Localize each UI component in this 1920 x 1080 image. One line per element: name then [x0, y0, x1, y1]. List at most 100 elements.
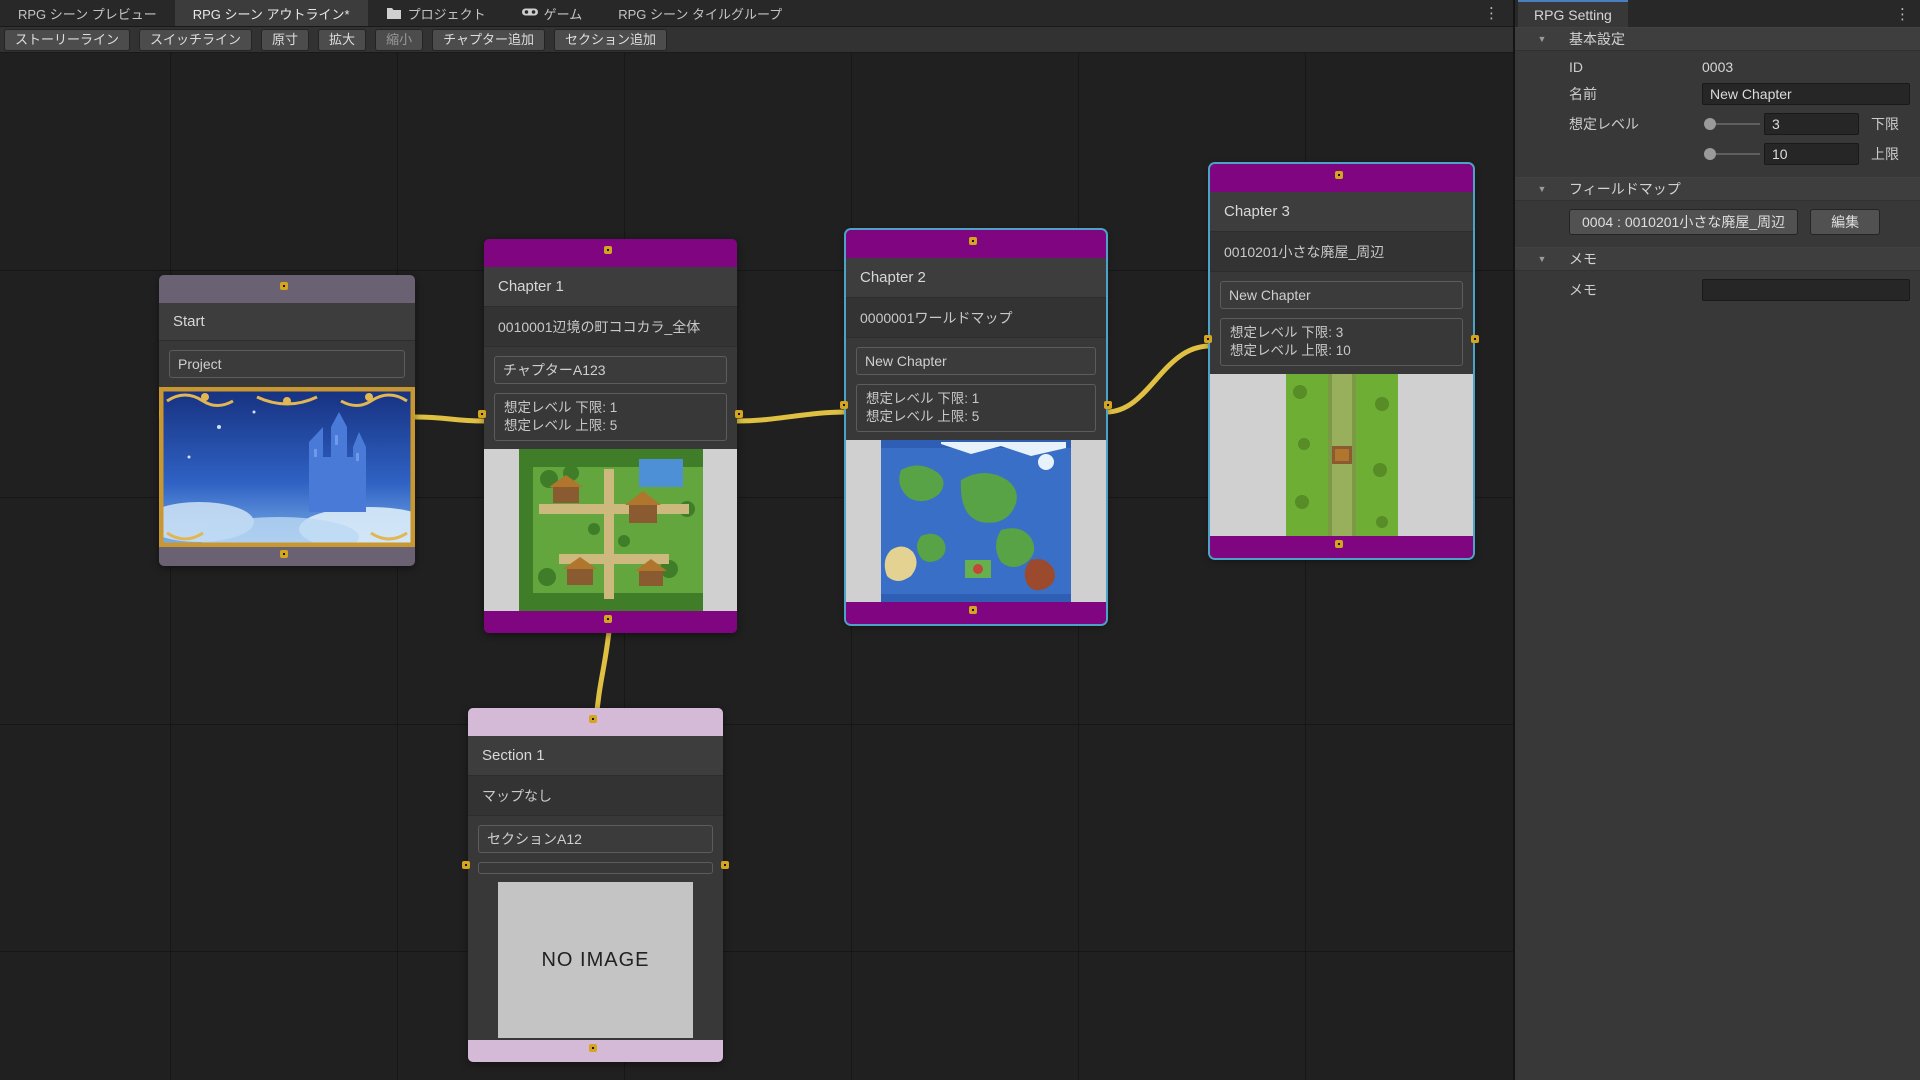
- start-name-input[interactable]: [169, 350, 405, 378]
- tab-game[interactable]: ゲーム: [504, 0, 601, 26]
- port-top[interactable]: [604, 246, 612, 254]
- tab-label: RPG シーン アウトライン*: [193, 4, 350, 23]
- castle-artwork: [159, 387, 415, 547]
- port-right[interactable]: [1104, 401, 1112, 409]
- storyline-button[interactable]: ストーリーライン: [4, 29, 130, 51]
- node-title: Chapter 1: [484, 267, 737, 307]
- field-map-select-button[interactable]: 0004 : 0010201小さな廃屋_周辺: [1569, 209, 1798, 235]
- node-header: [1210, 164, 1473, 192]
- port-top[interactable]: [1335, 171, 1343, 179]
- tab-label: RPG シーン プレビュー: [18, 4, 157, 23]
- port-left[interactable]: [478, 410, 486, 418]
- port-left[interactable]: [840, 401, 848, 409]
- port-top[interactable]: [969, 237, 977, 245]
- zoom-out-button[interactable]: 縮小: [375, 29, 423, 51]
- add-section-button[interactable]: セクション追加: [554, 29, 667, 51]
- edge-chapter1-chapter2: [737, 412, 846, 421]
- port-left[interactable]: [1204, 335, 1212, 343]
- path-map-artwork: [1286, 374, 1398, 536]
- start-map-image: [159, 387, 415, 547]
- edge-start-chapter1: [415, 417, 484, 421]
- section-basic-settings[interactable]: ▼ 基本設定: [1515, 27, 1920, 51]
- port-right[interactable]: [1471, 335, 1479, 343]
- level-max-field[interactable]: [1764, 143, 1859, 165]
- edge-chapter2-chapter3: [1106, 346, 1210, 412]
- node-chapter-2[interactable]: Chapter 2 0000001ワールドマップ 想定レベル 下限: 1 想定レ…: [846, 230, 1106, 624]
- gamepad-icon: [522, 6, 538, 20]
- node-title: Start: [159, 303, 415, 341]
- inspector-menu-icon[interactable]: ⋮: [1895, 5, 1910, 23]
- no-image-placeholder: NO IMAGE: [498, 882, 693, 1038]
- port-top[interactable]: [280, 282, 288, 290]
- tab-rpg-scene-preview[interactable]: RPG シーン プレビュー: [0, 0, 175, 26]
- tab-label: ゲーム: [544, 4, 583, 23]
- add-chapter-button[interactable]: チャプター追加: [432, 29, 545, 51]
- memo-field[interactable]: [1702, 279, 1910, 301]
- node-map-name: マップなし: [468, 776, 723, 816]
- port-right[interactable]: [735, 410, 743, 418]
- tab-label: RPG シーン タイルグループ: [618, 4, 782, 23]
- node-footer: [468, 1040, 723, 1062]
- node-footer: [846, 602, 1106, 624]
- tab-rpg-setting[interactable]: RPG Setting: [1518, 0, 1628, 27]
- node-map-name: 0000001ワールドマップ: [846, 298, 1106, 338]
- port-left[interactable]: [462, 861, 470, 869]
- node-start[interactable]: Start: [159, 275, 415, 566]
- memo-label: メモ: [1569, 280, 1702, 300]
- memo-row: メモ: [1515, 279, 1920, 301]
- name-row: 名前: [1515, 83, 1920, 105]
- name-field[interactable]: [1702, 83, 1910, 105]
- port-top[interactable]: [589, 715, 597, 723]
- node-title: Chapter 2: [846, 258, 1106, 298]
- level-min-slider[interactable]: [1702, 113, 1760, 135]
- node-title: Section 1: [468, 736, 723, 776]
- zoom-in-button[interactable]: 拡大: [318, 29, 366, 51]
- node-header: [159, 275, 415, 303]
- port-bottom[interactable]: [589, 1044, 597, 1052]
- port-bottom[interactable]: [280, 550, 288, 558]
- node-chapter-1[interactable]: Chapter 1 0010001辺境の町ココカラ_全体 想定レベル 下限: 1…: [484, 239, 737, 633]
- id-value: 0003: [1702, 59, 1733, 75]
- level-min-suffix: 下限: [1871, 114, 1899, 134]
- level-label: 想定レベル: [1569, 114, 1702, 134]
- inspector-panel: RPG Setting ⋮ ▼ 基本設定 ID 0003 名前 想定レベル 下限: [1513, 0, 1920, 1080]
- level-min-field[interactable]: [1764, 113, 1859, 135]
- section-title: 基本設定: [1569, 29, 1625, 49]
- level-max-text: 想定レベル 上限: 5: [504, 417, 717, 435]
- level-range-box: [478, 862, 713, 874]
- tab-rpg-scene-outline[interactable]: RPG シーン アウトライン*: [175, 0, 368, 26]
- tab-bar: RPG シーン プレビュー RPG シーン アウトライン* プロジェクト ゲーム…: [0, 0, 1513, 27]
- tab-rpg-scene-tilegroup[interactable]: RPG シーン タイルグループ: [600, 0, 800, 26]
- node-chapter-3[interactable]: Chapter 3 0010201小さな廃屋_周辺 想定レベル 下限: 3 想定…: [1210, 164, 1473, 558]
- panel-menu-icon[interactable]: ⋮: [1484, 4, 1499, 22]
- rpg-scene-editor: RPG シーン プレビュー RPG シーン アウトライン* プロジェクト ゲーム…: [0, 0, 1920, 1080]
- section-memo[interactable]: ▼ メモ: [1515, 247, 1920, 271]
- node-header: [484, 239, 737, 267]
- section-field-map[interactable]: ▼ フィールドマップ: [1515, 177, 1920, 201]
- level-range-box: 想定レベル 下限: 3 想定レベル 上限: 10: [1220, 318, 1463, 366]
- port-right[interactable]: [414, 410, 415, 418]
- level-min-text: 想定レベル 下限: 1: [866, 390, 1086, 408]
- section1-name-input[interactable]: [478, 825, 713, 853]
- village-map-artwork: [519, 449, 703, 611]
- switchline-button[interactable]: スイッチライン: [139, 29, 252, 51]
- level-min-text: 想定レベル 下限: 1: [504, 399, 717, 417]
- chapter3-name-input[interactable]: [1220, 281, 1463, 309]
- tab-project[interactable]: プロジェクト: [368, 0, 504, 26]
- edit-button[interactable]: 編集: [1810, 209, 1880, 235]
- chevron-down-icon: ▼: [1515, 34, 1569, 44]
- section-title: メモ: [1569, 249, 1597, 269]
- chapter2-name-input[interactable]: [856, 347, 1096, 375]
- node-section-1[interactable]: Section 1 マップなし NO IMAGE: [468, 708, 723, 1062]
- node-footer: [484, 611, 737, 633]
- node-graph-canvas[interactable]: Start: [0, 53, 1513, 1080]
- actual-size-button[interactable]: 原寸: [261, 29, 309, 51]
- chevron-down-icon: ▼: [1515, 184, 1569, 194]
- port-bottom[interactable]: [604, 615, 612, 623]
- port-bottom[interactable]: [1335, 540, 1343, 548]
- port-bottom[interactable]: [969, 606, 977, 614]
- level-max-slider[interactable]: [1702, 143, 1760, 165]
- chapter1-name-input[interactable]: [494, 356, 727, 384]
- folder-icon: [386, 6, 402, 20]
- port-right[interactable]: [721, 861, 729, 869]
